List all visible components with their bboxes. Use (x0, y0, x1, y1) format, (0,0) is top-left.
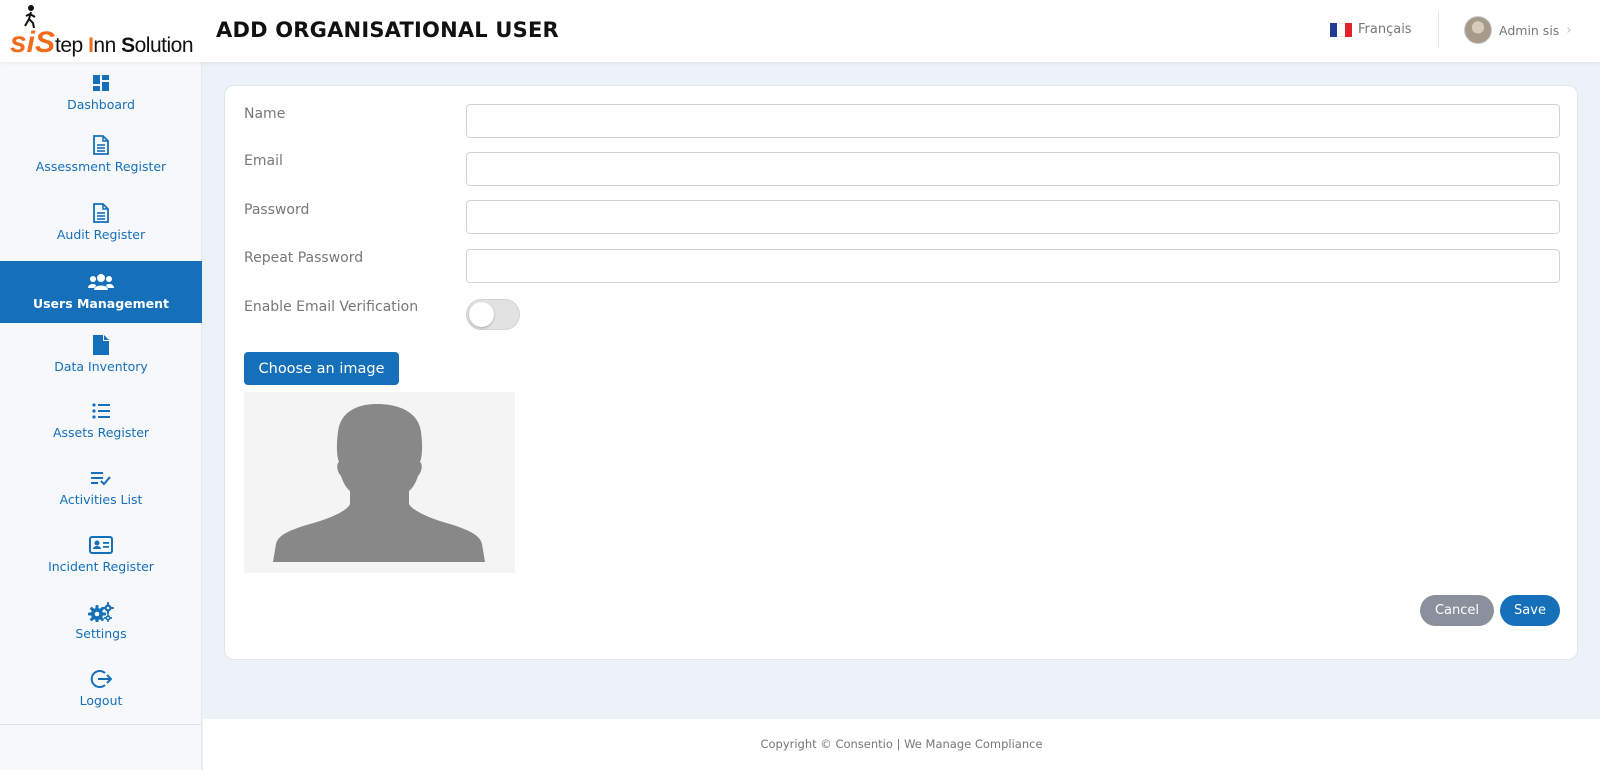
sidebar-item-assessment-register[interactable]: Assessment Register (0, 134, 202, 186)
page-title: ADD ORGANISATIONAL USER (216, 18, 559, 42)
logo-inn: nn (93, 34, 122, 57)
sidebar-item-users-management[interactable]: Users Management (0, 261, 202, 323)
dashboard-icon (93, 72, 109, 94)
walking-figure-icon (24, 5, 36, 28)
footer: Copyright © Consentio | We Manage Compli… (203, 719, 1600, 770)
sidebar-item-label: Settings (75, 626, 127, 641)
logo-tep: tep (55, 34, 89, 57)
gears-icon (88, 601, 114, 623)
avatar (1464, 16, 1492, 44)
logo-solution: olution (134, 34, 194, 57)
choose-image-button[interactable]: Choose an image (244, 352, 399, 385)
document-icon (93, 134, 109, 156)
sidebar-item-activities-list[interactable]: Activities List (0, 467, 202, 519)
checklist-icon (91, 467, 111, 489)
copyright-text: Copyright © Consentio | We Manage Compli… (760, 737, 1043, 751)
user-name: Admin sis (1499, 22, 1560, 38)
repeat-password-input[interactable] (466, 249, 1560, 283)
language-label: Français (1358, 22, 1412, 37)
password-input[interactable] (466, 200, 1560, 234)
sidebar-item-audit-register[interactable]: Audit Register (0, 202, 202, 254)
sidebar-item-dashboard[interactable]: Dashboard (0, 72, 202, 122)
sidebar-divider (0, 724, 202, 725)
user-menu[interactable]: Admin sis › (1464, 16, 1572, 44)
language-switcher[interactable]: Français (1330, 22, 1412, 37)
sidebar: Dashboard Assessment Register Audit Regi… (0, 62, 202, 770)
email-verification-toggle[interactable] (466, 299, 520, 330)
document-icon (93, 202, 109, 224)
logo-sol-s: S (121, 34, 135, 57)
cancel-button[interactable]: Cancel (1420, 595, 1494, 626)
sidebar-item-assets-register[interactable]: Assets Register (0, 400, 202, 452)
sidebar-item-label: Incident Register (48, 559, 154, 574)
toggle-knob (469, 302, 494, 327)
sidebar-item-label: Activities List (59, 492, 143, 507)
email-input[interactable] (466, 152, 1560, 186)
sidebar-item-label: Audit Register (56, 227, 146, 242)
sidebar-item-data-inventory[interactable]: Data Inventory (0, 334, 202, 384)
sidebar-item-incident-register[interactable]: Incident Register (0, 534, 202, 588)
repeat-password-label: Repeat Password (244, 250, 364, 266)
header-divider (1438, 12, 1439, 48)
stepinn-logo[interactable]: siStep Inn Solution (10, 4, 196, 59)
sidebar-item-settings[interactable]: Settings (0, 601, 202, 649)
france-flag-icon (1330, 22, 1352, 37)
save-button[interactable]: Save (1500, 595, 1560, 626)
password-label: Password (244, 202, 310, 218)
users-icon (88, 271, 114, 293)
sidebar-item-label: Logout (79, 693, 123, 708)
add-user-form-card: Name Email Password Repeat Password Enab… (224, 85, 1578, 660)
sidebar-item-label: Assessment Register (35, 159, 167, 174)
name-input[interactable] (466, 104, 1560, 138)
name-label: Name (244, 106, 286, 122)
profile-image-placeholder (244, 392, 515, 573)
top-header: siStep Inn Solution ADD ORGANISATIONAL U… (0, 0, 1600, 62)
sidebar-item-logout[interactable]: Logout (0, 668, 202, 720)
id-card-icon (89, 534, 113, 556)
list-icon (92, 400, 110, 422)
sidebar-item-label: Data Inventory (54, 359, 148, 374)
person-silhouette-icon (273, 404, 485, 562)
file-icon (93, 334, 109, 356)
sidebar-item-label: Assets Register (52, 425, 150, 440)
sidebar-item-label: Users Management (32, 296, 170, 311)
email-label: Email (244, 153, 283, 169)
logout-icon (90, 668, 112, 690)
email-verification-label: Enable Email Verification (244, 299, 419, 315)
chevron-right-icon: › (1566, 22, 1572, 38)
sidebar-item-label: Dashboard (67, 97, 135, 112)
logo-sis: siS (10, 26, 56, 59)
